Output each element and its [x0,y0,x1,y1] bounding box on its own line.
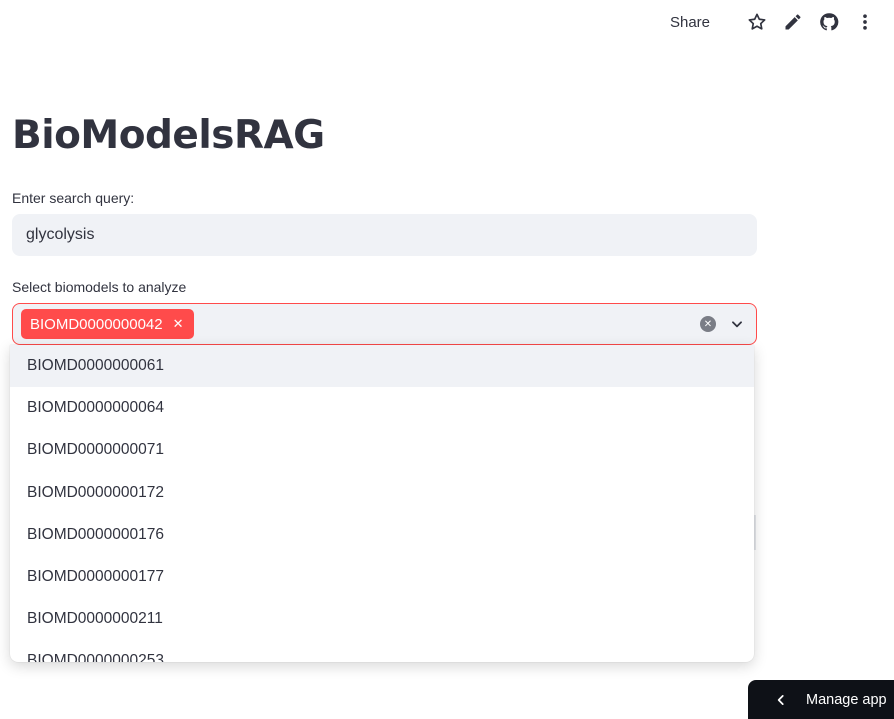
multiselect-controls: ✕ [700,304,744,344]
chevron-left-icon [774,693,788,707]
models-multiselect[interactable]: BIOMD0000000042 ✕ ✕ [12,303,757,345]
dropdown-option[interactable]: BIOMD0000000061 [10,345,754,388]
star-icon[interactable] [746,11,768,33]
dropdown-option[interactable]: BIOMD0000000064 [10,387,754,429]
dropdown-option[interactable]: BIOMD0000000176 [10,514,754,556]
manage-app-button[interactable]: Manage app [748,680,894,719]
remove-chip-icon[interactable]: ✕ [173,316,184,332]
selected-model-chip: BIOMD0000000042 ✕ [21,309,194,339]
github-icon[interactable] [818,11,840,33]
chevron-down-icon[interactable] [730,317,744,331]
header-toolbar: Share [670,0,894,44]
dropdown-option[interactable]: BIOMD0000000172 [10,472,754,514]
dropdown-option[interactable]: BIOMD0000000211 [10,598,754,640]
dropdown-option[interactable]: BIOMD0000000071 [10,429,754,471]
edit-pencil-icon[interactable] [782,11,804,33]
hidden-element-edge [754,515,756,550]
manage-app-label: Manage app [806,691,887,708]
dropdown-option[interactable]: BIOMD0000000177 [10,556,754,598]
more-vertical-icon[interactable] [854,11,876,33]
models-select-label: Select biomodels to analyze [12,279,187,295]
search-input[interactable] [12,214,757,256]
clear-all-icon[interactable]: ✕ [700,316,716,332]
share-button[interactable]: Share [670,14,710,31]
chip-label: BIOMD0000000042 [30,315,163,333]
dropdown-option[interactable]: BIOMD0000000253 [10,640,754,662]
page-title: BioModelsRAG [12,113,325,158]
search-label: Enter search query: [12,190,135,206]
models-dropdown-list: BIOMD0000000061 BIOMD0000000064 BIOMD000… [10,345,754,662]
